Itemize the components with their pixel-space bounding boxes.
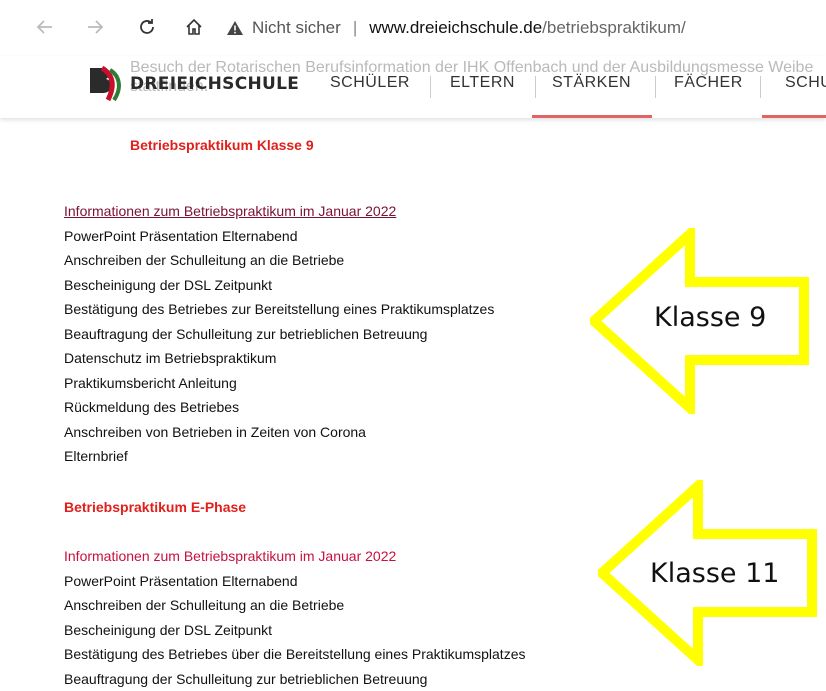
list-item[interactable]: Praktikumsbericht Anleitung (64, 371, 494, 396)
browser-toolbar: Nicht sicher | www.dreieichschule.de/bet… (0, 0, 826, 56)
nav-faecher[interactable]: FÄCHER (674, 74, 743, 92)
list-item[interactable]: Bestätigung des Betriebes über die Berei… (64, 642, 525, 667)
nav-active-underline (762, 115, 826, 118)
nav-schueler[interactable]: SCHÜLER (330, 74, 410, 92)
nav-active-underline (532, 115, 652, 118)
back-button[interactable] (32, 14, 58, 40)
address-bar[interactable]: Nicht sicher | www.dreieichschule.de/bet… (226, 12, 686, 44)
address-separator: | (353, 18, 357, 38)
security-label[interactable]: Nicht sicher (252, 18, 341, 38)
back-arrow-icon (35, 17, 55, 37)
nav-staerken[interactable]: STÄRKEN (552, 74, 631, 92)
logo-mark-icon (88, 64, 126, 104)
school-logo[interactable]: DREIEICHSCHULE (88, 64, 299, 104)
arrow-label-klasse9: Klasse 9 (654, 302, 766, 333)
nav-divider (535, 76, 536, 98)
nav-divider (655, 76, 656, 98)
forward-button[interactable] (82, 14, 108, 40)
document-list-ephase: Informationen zum Betriebspraktikum im J… (64, 544, 525, 691)
home-button[interactable] (181, 14, 207, 40)
reload-button[interactable] (134, 14, 160, 40)
list-item[interactable]: Rückmeldung des Betriebes (64, 395, 494, 420)
site-header: Besuch der Rotarischen Berufsinformation… (0, 56, 826, 118)
info-link[interactable]: Informationen zum Betriebspraktikum im J… (64, 199, 494, 224)
document-list-klasse9: Informationen zum Betriebspraktikum im J… (64, 199, 494, 469)
list-item[interactable]: Elternbrief (64, 444, 494, 469)
list-item[interactable]: Beauftragung der Schulleitung zur betrie… (64, 667, 525, 691)
url-path[interactable]: /betriebspraktikum/ (542, 18, 686, 38)
info-link[interactable]: Informationen zum Betriebspraktikum im J… (64, 544, 525, 569)
nav-divider (430, 76, 431, 98)
list-item[interactable]: Datenschutz im Betriebspraktikum (64, 346, 494, 371)
list-item[interactable]: Beauftragung der Schulleitung zur betrie… (64, 322, 494, 347)
nav-schule[interactable]: SCHU (785, 74, 826, 92)
arrow-label-klasse11: Klasse 11 (650, 558, 779, 589)
reload-icon (137, 17, 157, 37)
nav-eltern[interactable]: ELTERN (450, 74, 515, 92)
section-heading-ephase: Betriebspraktikum E-Phase (64, 499, 246, 515)
list-item[interactable]: Anschreiben von Betrieben in Zeiten von … (64, 420, 494, 445)
nav-divider (760, 76, 761, 98)
warning-icon[interactable] (226, 20, 244, 36)
list-item[interactable]: Bescheinigung der DSL Zeitpunkt (64, 618, 525, 643)
list-item[interactable]: Anschreiben der Schulleitung an die Betr… (64, 248, 494, 273)
url-domain[interactable]: www.dreieichschule.de (369, 18, 542, 38)
forward-arrow-icon (85, 17, 105, 37)
list-item[interactable]: PowerPoint Präsentation Elternabend (64, 224, 494, 249)
logo-text: DREIEICHSCHULE (130, 74, 299, 94)
home-icon (184, 17, 204, 37)
list-item[interactable]: PowerPoint Präsentation Elternabend (64, 569, 525, 594)
list-item[interactable]: Bestätigung des Betriebes zur Bereitstel… (64, 297, 494, 322)
section-heading-klasse9: Betriebspraktikum Klasse 9 (130, 137, 314, 153)
list-item[interactable]: Anschreiben der Schulleitung an die Betr… (64, 593, 525, 618)
list-item[interactable]: Bescheinigung der DSL Zeitpunkt (64, 273, 494, 298)
